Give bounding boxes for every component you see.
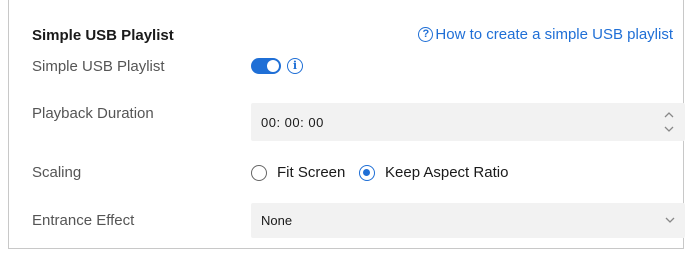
help-link-text[interactable]: How to create a simple USB playlist (435, 26, 673, 43)
info-icon[interactable]: i (287, 58, 303, 74)
radio-fit-screen[interactable] (251, 165, 267, 181)
playback-duration-label: Playback Duration (32, 105, 154, 122)
entrance-effect-value: None (261, 213, 293, 228)
settings-panel: Simple USB Playlist ? How to create a si… (8, 0, 685, 249)
radio-keep-aspect-ratio[interactable] (359, 165, 375, 181)
toggle-knob (267, 60, 279, 72)
radio-keep-aspect-ratio-label[interactable]: Keep Aspect Ratio (385, 164, 508, 181)
scaling-label: Scaling (32, 164, 82, 181)
chevron-down-icon (665, 217, 675, 223)
playback-duration-value: 00: 00: 00 (261, 115, 324, 130)
spinner-icon[interactable] (663, 109, 675, 135)
section-title: Simple USB Playlist (32, 27, 174, 44)
help-link[interactable]: ? How to create a simple USB playlist (418, 26, 673, 43)
question-circle-icon: ? (418, 27, 434, 42)
entrance-effect-label: Entrance Effect (32, 212, 135, 229)
entrance-effect-select[interactable]: None (251, 203, 685, 238)
playlist-toggle[interactable] (251, 58, 281, 74)
playlist-toggle-label: Simple USB Playlist (32, 58, 165, 75)
playback-duration-input[interactable]: 00: 00: 00 (251, 103, 685, 141)
radio-fit-screen-label[interactable]: Fit Screen (277, 164, 345, 181)
